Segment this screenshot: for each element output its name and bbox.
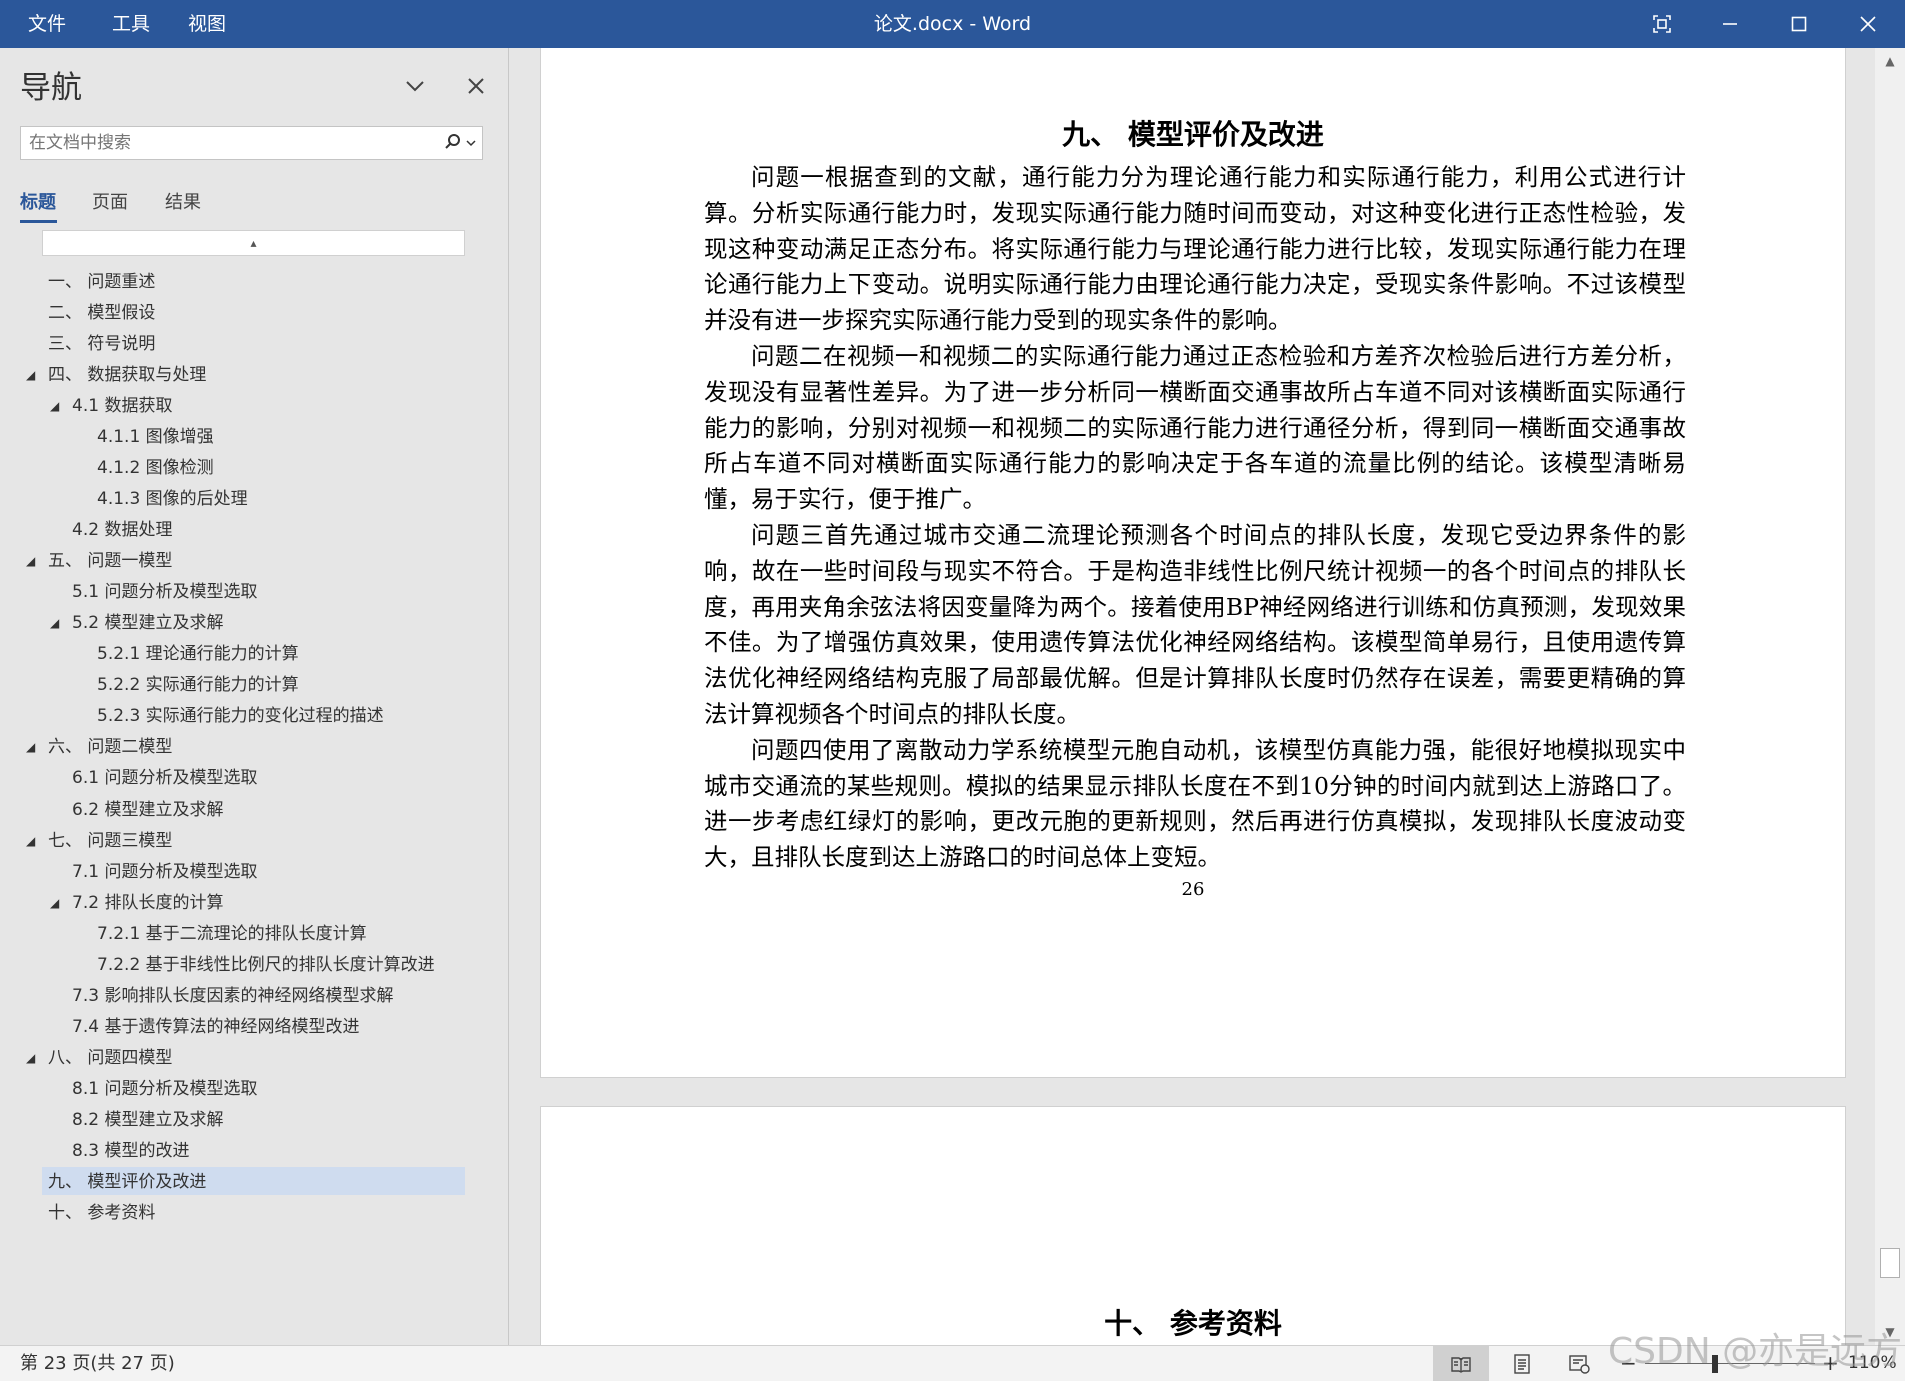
expand-triangle-icon[interactable]: ◢ [26,547,38,575]
menu-tools[interactable]: 工具 [112,0,150,48]
outline-item[interactable]: 三、 符号说明 [48,330,155,358]
vertical-scrollbar[interactable]: ▲ ▼ [1875,48,1905,1345]
outline-item[interactable]: 7.4 基于遗传算法的神经网络模型改进 [72,1013,359,1041]
navigation-pane: 导航 标题 页面 结果 ▴ 一、 问题重述二、 模型假设三、 符号说明 ◢ 四、 数… [0,48,509,1345]
search-input[interactable] [21,127,437,159]
outline-item[interactable]: 五、 问题一模型 [48,547,172,575]
tab-headings[interactable]: 标题 [20,188,56,214]
page-number: 26 [1181,879,1205,900]
window-title: 论文.docx - Word [873,13,1032,35]
close-window-button[interactable] [1840,0,1896,48]
paragraph: 问题一根据查到的文献，通行能力分为理论通行能力和实际通行能力，利用公式进行计算。… [704,163,1686,335]
outline-item[interactable]: 5.2.3 实际通行能力的变化过程的描述 [97,702,384,730]
body-text: 问题一根据查到的文献，通行能力分为理论通行能力和实际通行能力，利用公式进行计算。… [704,160,1686,876]
paragraph: 问题四使用了离散动力学系统模型元胞自动机，该模型仿真能力强，能很好地模拟现实中城… [704,735,1686,872]
expand-triangle-icon[interactable]: ◢ [50,609,62,637]
watermark: CSDN @亦是远方 [1608,1331,1903,1372]
title-bar: 文件 工具 视图 论文.docx - Word [0,0,1905,48]
outline-item[interactable]: 4.1.3 图像的后处理 [97,485,248,513]
outline-item[interactable]: 七、 问题三模型 [48,827,172,855]
outline-item[interactable]: 8.1 问题分析及模型选取 [72,1075,257,1103]
minimize-button[interactable] [1702,0,1758,48]
document-area[interactable]: 九、 模型评价及改进 问题一根据查到的文献，通行能力分为理论通行能力和实际通行能… [509,48,1875,1345]
expand-triangle-icon[interactable]: ◢ [26,733,38,761]
expand-triangle-icon[interactable]: ◢ [26,361,38,389]
outline-item[interactable]: 一、 问题重述 [48,268,155,296]
document-page[interactable]: 九、 模型评价及改进 问题一根据查到的文献，通行能力分为理论通行能力和实际通行能… [540,48,1846,1078]
maximize-button[interactable] [1771,0,1827,48]
outline-item[interactable]: 六、 问题二模型 [48,733,172,761]
outline-item[interactable]: 5.2 模型建立及求解 [72,609,223,637]
scroll-up-arrow[interactable]: ▲ [1875,48,1905,74]
active-tab-indicator [20,220,57,223]
web-layout-button[interactable] [1552,1346,1608,1381]
outline-item[interactable]: 4.1.1 图像增强 [97,423,214,451]
paragraph: 问题二在视频一和视频二的实际通行能力通过正态检验和方差齐次检验后进行方差分析，发… [704,341,1686,514]
print-layout-icon [1514,1353,1530,1374]
minimize-icon [1723,23,1737,25]
paragraph: 问题三首先通过城市交通二流理论预测各个时间点的排队长度，发现它受边界条件的影响，… [704,520,1686,728]
page-count-status[interactable]: 第 23 页(共 27 页) [20,1346,175,1381]
menu-view[interactable]: 视图 [188,0,226,48]
outline-item[interactable]: 5.2.2 实际通行能力的计算 [97,671,299,699]
nav-pane-title: 导航 [20,70,82,106]
focus-mode-icon [1653,15,1671,33]
outline-item[interactable]: 4.2 数据处理 [72,516,172,544]
close-icon [468,78,484,94]
nav-close-button[interactable] [456,66,496,106]
tab-results[interactable]: 结果 [165,188,201,214]
section-heading: 九、 模型评价及改进 [1062,118,1324,151]
outline-item[interactable]: 四、 数据获取与处理 [48,361,206,389]
outline-item[interactable]: 7.1 问题分析及模型选取 [72,858,257,886]
outline-item[interactable]: 4.1 数据获取 [72,392,172,420]
tab-pages[interactable]: 页面 [92,188,128,214]
expand-triangle-icon[interactable]: ◢ [26,827,38,855]
focus-mode-button[interactable] [1634,0,1690,48]
outline-item[interactable]: 十、 参考资料 [48,1199,155,1227]
search-icon[interactable] [444,133,462,151]
expand-triangle-icon[interactable]: ◢ [50,889,62,917]
maximize-icon [1791,16,1807,32]
expand-triangle-icon[interactable]: ◢ [50,392,62,420]
menu-file[interactable]: 文件 [28,0,66,48]
expand-triangle-icon[interactable]: ◢ [26,1044,38,1072]
chevron-down-icon [406,81,424,92]
web-layout-icon [1569,1354,1590,1374]
outline-item[interactable]: 8.3 模型的改进 [72,1137,189,1165]
outline-item[interactable]: 4.1.2 图像检测 [97,454,214,482]
search-dropdown-icon[interactable] [466,139,476,147]
outline-item[interactable]: 6.1 问题分析及模型选取 [72,764,257,792]
outline-item[interactable]: 5.2.1 理论通行能力的计算 [97,640,299,668]
read-mode-icon [1451,1356,1471,1373]
close-icon [1860,16,1876,32]
outline-item[interactable]: 九、 模型评价及改进 [48,1168,206,1196]
outline-item[interactable]: 八、 问题四模型 [48,1044,172,1072]
outline-item[interactable]: 7.2 排队长度的计算 [72,889,223,917]
outline-item[interactable]: 8.2 模型建立及求解 [72,1106,223,1134]
nav-search-box [20,126,483,160]
nav-options-button[interactable] [395,66,435,106]
scroll-thumb[interactable] [1880,1248,1900,1278]
outline-item[interactable]: 5.1 问题分析及模型选取 [72,578,257,606]
outline-item[interactable]: 7.2.2 基于非线性比例尺的排队长度计算改进 [97,951,435,979]
outline-item[interactable]: 6.2 模型建立及求解 [72,796,223,824]
collapse-headings-bar[interactable]: ▴ [42,230,465,256]
document-page[interactable]: 十、 参考资料 [540,1106,1846,1345]
outline-item[interactable]: 7.2.1 基于二流理论的排队长度计算 [97,920,367,948]
outline-item[interactable]: 7.3 影响排队长度因素的神经网络模型求解 [72,982,393,1010]
print-layout-button[interactable] [1494,1346,1550,1381]
outline-item[interactable]: 二、 模型假设 [48,299,155,327]
read-mode-button[interactable] [1433,1346,1489,1381]
